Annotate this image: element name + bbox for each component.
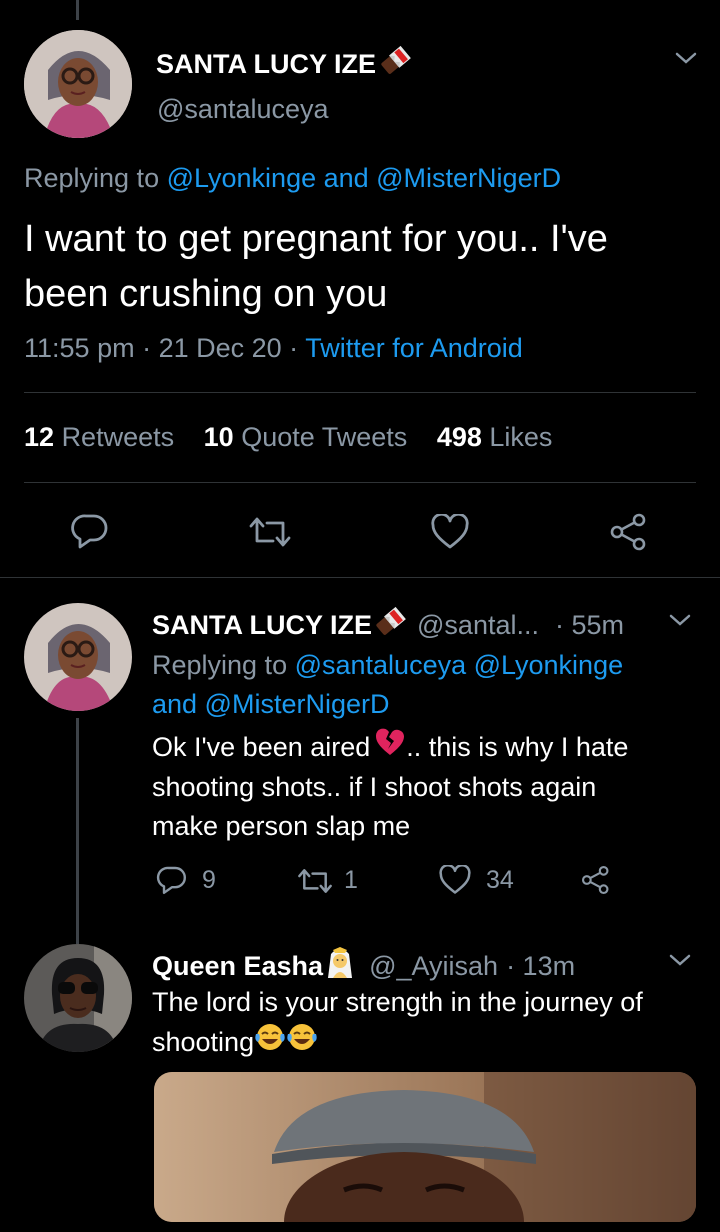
thread-connector — [76, 718, 79, 944]
meta-separator: · — [134, 333, 159, 363]
reply-text-segment: shooting — [152, 1027, 255, 1057]
retweet-button[interactable]: 1 — [296, 866, 358, 895]
replying-to: Replying to @santaluceya @Lyonkinge and … — [152, 646, 623, 724]
tweet-text-line: I want to get pregnant for you.. I've — [24, 218, 608, 260]
reply-text-line: shooting shots.. if I shoot shots again — [152, 772, 597, 802]
reply-text: The lord is your strength in the journey… — [152, 983, 643, 1063]
reply-header: SANTA LUCY IZE @santal... · 55m — [152, 605, 624, 646]
reply-text-segment: .. this is why I hate — [406, 732, 629, 762]
divider — [0, 1222, 720, 1223]
person-with-veil-emoji — [325, 946, 355, 987]
replying-to-users[interactable]: @santaluceya @Lyonkinge — [295, 650, 624, 680]
share-button[interactable] — [580, 864, 612, 896]
author-handle[interactable]: @santal... — [417, 610, 539, 641]
heart-icon — [431, 514, 469, 549]
reply-text-line: The lord is your strength in the journey… — [152, 987, 643, 1017]
reply-time[interactable]: · 55m — [555, 610, 624, 641]
meta-separator: · — [281, 333, 306, 363]
avatar[interactable] — [24, 944, 132, 1052]
divider — [24, 392, 696, 393]
share-button[interactable] — [608, 512, 650, 552]
chevron-down-icon[interactable] — [674, 50, 698, 66]
replying-to-users[interactable]: and @MisterNigerD — [152, 685, 623, 724]
reply-text-segment: Ok I've been aired — [152, 732, 371, 762]
reply-text: Ok I've been aired .. this is why I hate… — [152, 727, 628, 846]
retweets-count: 12 — [24, 422, 55, 452]
chocolate-emoji — [373, 605, 407, 646]
like-count: 34 — [486, 865, 514, 894]
author-handle[interactable]: @santaluceya — [157, 94, 329, 125]
reply-header: Queen Easha @_Ayiisah · 13m — [152, 946, 575, 987]
replying-to-users[interactable]: @Lyonkinge and @MisterNigerD — [167, 163, 561, 193]
retweet-button[interactable] — [247, 515, 293, 549]
likes-stat[interactable]: 498 Likes — [437, 422, 553, 452]
reply-button[interactable]: 9 — [156, 864, 216, 896]
avatar[interactable] — [24, 30, 132, 138]
retweets-label: Retweets — [61, 422, 175, 452]
retweet-icon — [249, 517, 291, 547]
thread-connector-top — [76, 0, 79, 20]
reply-text-line: make person slap me — [152, 811, 411, 841]
attached-image[interactable] — [154, 1072, 696, 1222]
heart-icon — [439, 865, 471, 894]
author-name[interactable]: Queen Easha — [152, 951, 323, 982]
likes-count: 498 — [436, 422, 482, 452]
like-button[interactable] — [430, 514, 470, 550]
tears-of-joy-emoji — [286, 1022, 318, 1063]
retweet-count: 1 — [344, 866, 358, 894]
replying-to: Replying to @Lyonkinge and @MisterNigerD — [24, 163, 561, 194]
tweet-text: I want to get pregnant for you.. I've be… — [24, 212, 608, 322]
replying-prefix: Replying to — [24, 163, 167, 193]
divider — [0, 577, 720, 578]
avatar[interactable] — [24, 603, 132, 711]
retweets-stat[interactable]: 12 Retweets — [24, 422, 174, 452]
reply-icon — [71, 514, 108, 549]
retweet-icon — [298, 868, 332, 893]
tweet-meta: 11:55 pm · 21 Dec 20 · Twitter for Andro… — [24, 333, 523, 364]
chevron-down-icon[interactable] — [668, 952, 692, 968]
share-icon — [610, 513, 646, 551]
tweet-date: 21 Dec 20 — [158, 333, 282, 363]
reply-time[interactable]: · 13m — [506, 951, 575, 982]
reply-count: 9 — [202, 865, 216, 894]
reply-button[interactable] — [70, 512, 110, 550]
quotes-count: 10 — [203, 422, 234, 452]
tweet-stats: 12 Retweets 10 Quote Tweets 498 Likes — [24, 422, 552, 453]
replying-prefix: Replying to — [152, 650, 295, 680]
quotes-label: Quote Tweets — [241, 422, 408, 452]
share-icon — [581, 865, 609, 895]
likes-label: Likes — [489, 422, 553, 452]
author-name[interactable]: SANTA LUCY IZE — [152, 610, 372, 641]
like-button[interactable]: 34 — [438, 865, 514, 895]
chocolate-emoji — [378, 44, 412, 85]
quotes-stat[interactable]: 10 Quote Tweets — [204, 422, 408, 452]
reply-icon — [156, 866, 186, 894]
divider — [24, 482, 696, 483]
tears-of-joy-emoji — [254, 1022, 286, 1063]
chevron-down-icon[interactable] — [668, 612, 692, 628]
author-handle[interactable]: @_Ayiisah — [369, 951, 498, 982]
tweet-source-link[interactable]: Twitter for Android — [305, 333, 523, 363]
tweet-text-line: been crushing on you — [24, 273, 388, 315]
tweet-time: 11:55 pm — [24, 333, 135, 363]
author-name[interactable]: SANTA LUCY IZE — [156, 44, 412, 85]
broken-heart-emoji — [374, 727, 406, 768]
